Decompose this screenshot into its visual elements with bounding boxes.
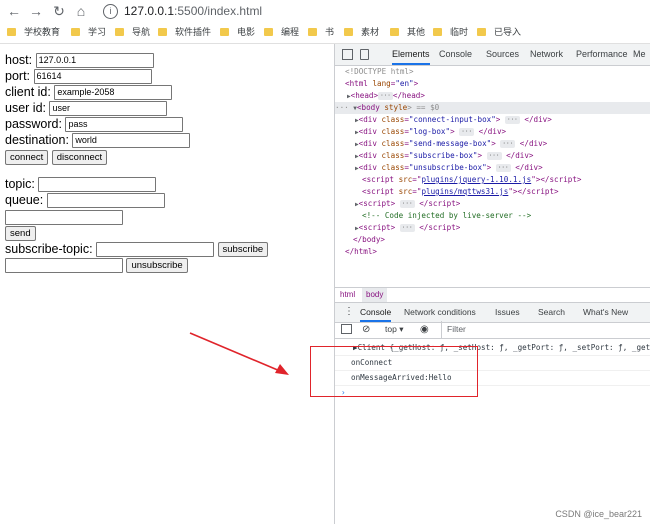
drawer-tab-issues[interactable]: Issues xyxy=(495,303,520,322)
html-close-node: </html> xyxy=(345,247,378,256)
folder-icon xyxy=(7,27,16,36)
drawer-tabbar: ⋮ Console Network conditions Issues Sear… xyxy=(335,302,650,323)
bookmark-folder[interactable]: 已导入 xyxy=(477,26,521,39)
drawer-tab-network-conditions[interactable]: Network conditions xyxy=(404,303,476,322)
bookmark-folder[interactable]: 学习 xyxy=(71,26,106,39)
reload-icon[interactable]: ↻ xyxy=(51,3,67,19)
ellipsis-icon[interactable]: ··· xyxy=(500,140,516,148)
ellipsis-icon[interactable]: ··· xyxy=(495,164,511,172)
div-node[interactable]: ▶<div class="log-box"> ··· </div> xyxy=(355,126,506,138)
drawer-menu-icon[interactable]: ⋮ xyxy=(344,306,354,317)
bookmark-folder[interactable]: 软件插件 xyxy=(158,26,211,39)
drawer-tab-whats-new[interactable]: What's New xyxy=(583,303,628,322)
ellipsis-icon[interactable]: ··· xyxy=(486,152,502,160)
tab-elements[interactable]: Elements xyxy=(392,44,430,65)
tab-more[interactable]: Me xyxy=(633,44,646,65)
drawer-tab-console[interactable]: Console xyxy=(360,303,392,322)
folder-icon xyxy=(477,27,486,36)
tab-performance[interactable]: Performance xyxy=(576,44,628,65)
script-node[interactable]: <script src="plugins/mqttws31.js"></scri… xyxy=(362,186,559,198)
script-link[interactable]: plugins/mqttws31.js xyxy=(421,187,508,196)
doctype-node: <!DOCTYPE html> xyxy=(345,67,414,76)
bookmarks-bar: 学校教育 学习 导航 软件插件 电影 编程 书 素材 其他 临时 已导入 xyxy=(0,22,650,44)
address-bar[interactable]: i 127.0.0.1:5500/index.html xyxy=(96,2,650,20)
folder-icon xyxy=(115,27,124,36)
div-node[interactable]: ▶<div class="unsubscribe-box"> ··· </div… xyxy=(355,162,543,174)
elements-tree: <!DOCTYPE html> <html lang="en"> ▶<head>… xyxy=(335,66,650,286)
bookmark-folder[interactable]: 其他 xyxy=(390,26,425,39)
tab-network[interactable]: Network xyxy=(530,44,563,65)
folder-icon xyxy=(264,27,273,36)
back-icon[interactable]: ← xyxy=(6,3,22,19)
bookmark-folder[interactable]: 临时 xyxy=(433,26,468,39)
script-node[interactable]: <script src="plugins/jquery-1.10.1.js"><… xyxy=(362,174,581,186)
html-node[interactable]: <html lang="en"> xyxy=(345,78,418,90)
bookmark-folder[interactable]: 编程 xyxy=(264,26,299,39)
div-node[interactable]: ▶<div class="send-message-box"> ··· </di… xyxy=(355,138,547,150)
devtools-panel: Elements Console Sources Network Perform… xyxy=(334,44,650,524)
drawer-tab-search[interactable]: Search xyxy=(538,303,565,322)
ellipsis-icon[interactable]: ··· xyxy=(378,92,393,100)
ellipsis-icon[interactable]: ··· xyxy=(399,200,415,208)
folder-icon xyxy=(220,27,229,36)
forward-icon[interactable]: → xyxy=(28,3,44,19)
bookmark-folder[interactable]: 电影 xyxy=(220,26,255,39)
breadcrumb: html body xyxy=(335,287,650,302)
script-node[interactable]: ▶<script> ··· </script> xyxy=(355,222,460,234)
comment-node: <!-- Code injected by live-server --> xyxy=(362,211,532,220)
script-node[interactable]: ▶<script> ··· </script> xyxy=(355,198,460,210)
sidebar-toggle-icon[interactable] xyxy=(341,324,352,334)
bookmark-folder[interactable]: 书 xyxy=(308,26,334,39)
body-node[interactable]: ··· ▼<body style> == $0 xyxy=(335,102,650,114)
watermark: CSDN @ice_bear221 xyxy=(555,509,642,519)
folder-icon xyxy=(158,27,167,36)
body-close-node: </body> xyxy=(353,235,386,244)
console-toolbar: ⊘ top ▾ ◉ Filter xyxy=(335,321,650,339)
folder-icon xyxy=(308,27,317,36)
page-content: host: 127.0.0.1 port: 61614 client id: e… xyxy=(0,44,334,524)
folder-icon xyxy=(344,27,353,36)
context-selector[interactable]: top ▾ xyxy=(385,321,403,338)
browser-toolbar: ← → ↻ ⌂ i 127.0.0.1:5500/index.html xyxy=(0,0,650,22)
bookmark-folder[interactable]: 素材 xyxy=(344,26,379,39)
arrow-line xyxy=(189,332,281,372)
devtools-tabbar: Elements Console Sources Network Perform… xyxy=(335,44,650,66)
ellipsis-icon[interactable]: ··· xyxy=(459,128,475,136)
folder-icon xyxy=(71,27,80,36)
eye-icon[interactable]: ◉ xyxy=(420,321,429,338)
device-toolbar-icon[interactable] xyxy=(360,49,369,60)
highlight-box xyxy=(310,346,478,397)
ellipsis-icon[interactable]: ··· xyxy=(504,116,520,124)
crumb-html[interactable]: html xyxy=(340,288,355,302)
bookmark-folder[interactable]: 导航 xyxy=(115,26,150,39)
clear-console-icon[interactable]: ⊘ xyxy=(362,321,370,338)
site-info-icon[interactable]: i xyxy=(103,4,118,20)
folder-icon xyxy=(433,27,442,36)
console-filter-input[interactable]: Filter xyxy=(441,321,650,338)
folder-icon xyxy=(390,27,399,36)
div-node[interactable]: ▶<div class="subscribe-box"> ··· </div> xyxy=(355,150,534,162)
crumb-body[interactable]: body xyxy=(362,288,388,302)
annotation-arrow xyxy=(189,332,289,375)
ellipsis-icon[interactable]: ··· xyxy=(399,224,415,232)
script-link[interactable]: plugins/jquery-1.10.1.js xyxy=(421,175,531,184)
arrow-head xyxy=(275,364,289,375)
head-node[interactable]: ▶<head> ··· </head> xyxy=(347,90,425,102)
home-icon[interactable]: ⌂ xyxy=(73,3,89,19)
tab-console[interactable]: Console xyxy=(439,44,472,65)
div-node[interactable]: ▶<div class="connect-input-box"> ··· </d… xyxy=(355,114,552,126)
tab-sources[interactable]: Sources xyxy=(486,44,519,65)
inspect-element-icon[interactable] xyxy=(342,49,353,60)
bookmark-folder[interactable]: 学校教育 xyxy=(7,26,60,39)
